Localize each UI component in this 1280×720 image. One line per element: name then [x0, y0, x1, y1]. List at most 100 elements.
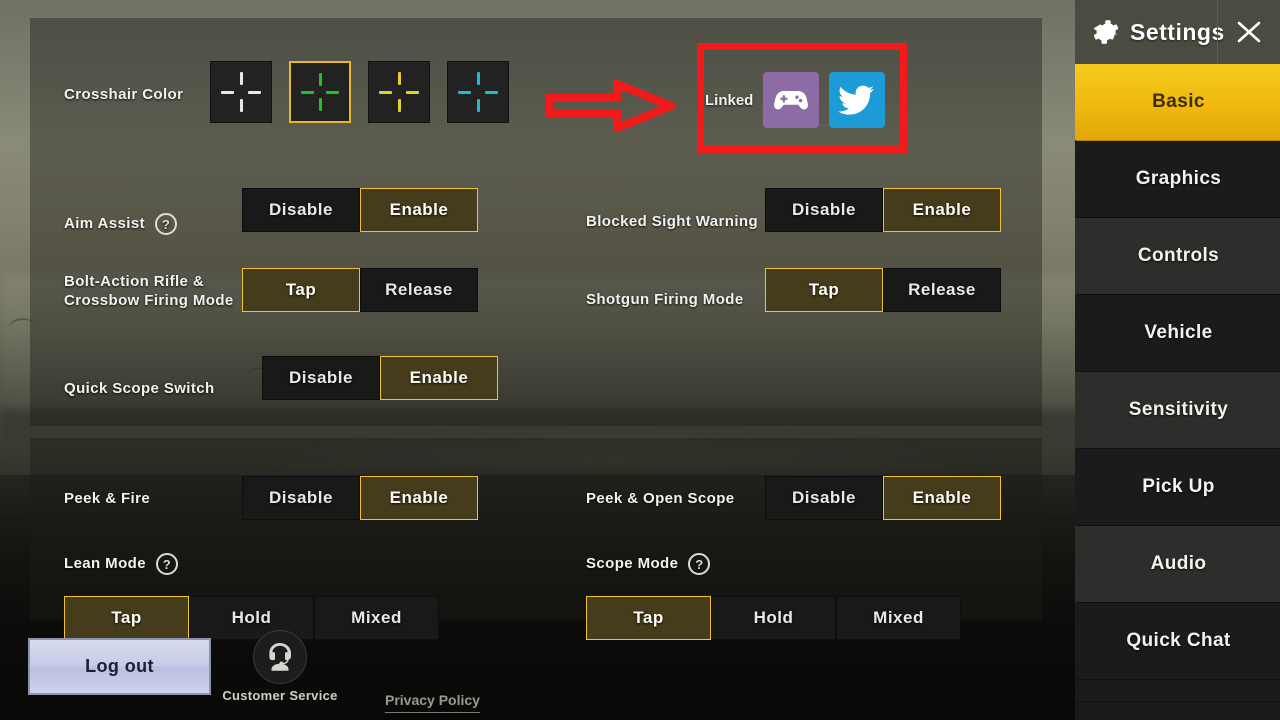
crosshair-mark — [318, 73, 322, 86]
setting-label-text: Peek & Fire — [64, 490, 151, 507]
sidebar-item-graphics[interactable]: Graphics — [1075, 141, 1280, 218]
option-enable[interactable]: Enable — [380, 356, 498, 400]
setting-row-label: Blocked Sight Warning — [586, 213, 758, 231]
sidebar-item-pick-up[interactable]: Pick Up — [1075, 449, 1280, 526]
headset-support-icon — [269, 643, 291, 671]
twitter-icon — [838, 85, 875, 115]
sidebar-item-audio[interactable]: Audio — [1075, 526, 1280, 603]
bottom-action-bar: Log out Customer Service Privacy Policy — [0, 620, 1075, 720]
settings-panel-top: Crosshair Color Aim Assist? Disable Enable… — [30, 18, 1042, 426]
sidebar-item-label: Graphics — [1135, 168, 1222, 189]
customer-service-icon-circle — [253, 630, 307, 684]
twitter-account-icon[interactable] — [829, 72, 886, 128]
crosshair-mark — [221, 90, 234, 94]
sidebar-item-partial[interactable] — [1075, 680, 1280, 702]
customer-service-button[interactable]: Customer Service — [222, 630, 337, 703]
setting-row-label: Lean Mode? — [64, 553, 178, 575]
settings-sidebar: Settings Basic Graphics Controls Vehicle Sen… — [1075, 0, 1280, 720]
sidebar-item-label: Pick Up — [1142, 476, 1215, 497]
setting-label-text: Blocked Sight Warning — [586, 213, 759, 230]
gamepad-icon — [774, 91, 809, 110]
crosshair-mark — [397, 99, 401, 112]
sidebar-item-label: Quick Chat — [1126, 630, 1231, 651]
sidebar-item-sensitivity[interactable]: Sensitivity — [1075, 372, 1280, 449]
gear-icon — [1093, 20, 1119, 44]
setting-label-text: Bolt-Action Rifle & Crossbow Firing Mode — [64, 273, 234, 309]
setting-row-label: Peek & Fire — [64, 490, 150, 508]
setting-label-text: Shotgun Firing Mode — [586, 291, 744, 308]
help-icon[interactable]: ? — [154, 213, 177, 235]
crosshair-color-swatch-group[interactable] — [210, 61, 509, 123]
log-out-button[interactable]: Log out — [28, 638, 211, 695]
crosshair-mark — [239, 72, 243, 85]
crosshair-mark — [248, 90, 261, 94]
option-enable[interactable]: Enable — [883, 476, 1001, 520]
crosshair-mark — [301, 90, 314, 94]
option-disable[interactable]: Disable — [242, 188, 360, 232]
setting-row-label: Peek & Open Scope — [586, 490, 735, 508]
crosshair-mark — [476, 72, 480, 85]
option-tap[interactable]: Tap — [765, 268, 883, 312]
close-button[interactable] — [1217, 0, 1280, 64]
crosshair-yellow[interactable] — [368, 61, 430, 123]
option-enable[interactable]: Enable — [360, 188, 478, 232]
crosshair-cyan[interactable] — [447, 61, 509, 123]
setting-label-text: Quick Scope Switch — [64, 380, 215, 397]
setting-row-label: Aim Assist? — [64, 213, 177, 235]
setting-row-label: Scope Mode? — [586, 553, 711, 575]
page-title: Settings — [1130, 18, 1225, 45]
crosshair-mark — [326, 90, 339, 94]
help-icon[interactable]: ? — [155, 553, 178, 575]
option-disable[interactable]: Disable — [765, 188, 883, 232]
setting-option-group: Tap Release — [242, 268, 478, 312]
setting-label-text: Peek & Open Scope — [586, 490, 735, 507]
settings-header: Settings — [1075, 0, 1280, 64]
close-icon — [1237, 21, 1261, 43]
setting-row-label: Shotgun Firing Mode — [586, 291, 744, 309]
sidebar-item-label: Controls — [1137, 245, 1220, 266]
option-release[interactable]: Release — [883, 268, 1001, 312]
setting-option-group: Disable Enable — [765, 476, 1001, 520]
setting-row-label: Quick Scope Switch — [64, 380, 215, 398]
sidebar-item-quick-chat[interactable]: Quick Chat — [1075, 603, 1280, 680]
sidebar-item-controls[interactable]: Controls — [1075, 218, 1280, 295]
setting-row-label: Bolt-Action Rifle & Crossbow Firing Mode — [64, 273, 234, 311]
sidebar-item-label: Sensitivity — [1128, 399, 1229, 420]
crosshair-color-label: Crosshair Color — [64, 86, 184, 103]
settings-panel-bottom: Peek & Fire Disable Enable Lean Mode? Tap Hol… — [30, 438, 1042, 640]
crosshair-mark — [318, 98, 322, 111]
linked-accounts-group[interactable]: Linked — [705, 72, 886, 128]
customer-service-label: Customer Service — [222, 688, 338, 703]
setting-label-text: Lean Mode — [64, 554, 146, 572]
crosshair-mark — [485, 90, 498, 94]
crosshair-mark — [476, 99, 480, 112]
option-enable[interactable]: Enable — [883, 188, 1001, 232]
sidebar-item-vehicle[interactable]: Vehicle — [1075, 295, 1280, 372]
sidebar-item-label: Basic — [1152, 91, 1205, 112]
option-disable[interactable]: Disable — [765, 476, 883, 520]
setting-label-text: Scope Mode — [586, 554, 679, 572]
crosshair-white[interactable] — [210, 61, 272, 123]
setting-option-group: Disable Enable — [765, 188, 1001, 232]
sidebar-item-list: Basic Graphics Controls Vehicle Sensitivity P… — [1075, 64, 1280, 702]
setting-option-group: Tap Release — [765, 268, 1001, 312]
option-enable[interactable]: Enable — [360, 476, 478, 520]
crosshair-mark — [458, 90, 471, 94]
setting-option-group: Disable Enable — [262, 356, 498, 400]
option-disable[interactable]: Disable — [262, 356, 380, 400]
setting-option-group: Disable Enable — [242, 476, 478, 520]
crosshair-mark — [379, 90, 392, 94]
gamepad-account-icon[interactable] — [763, 72, 820, 128]
sidebar-item-label: Audio — [1150, 553, 1207, 574]
option-tap[interactable]: Tap — [242, 268, 360, 312]
help-icon[interactable]: ? — [688, 553, 711, 575]
sidebar-item-basic[interactable]: Basic — [1075, 64, 1280, 141]
option-disable[interactable]: Disable — [242, 476, 360, 520]
crosshair-mark — [406, 90, 419, 94]
linked-label: Linked — [705, 91, 754, 109]
crosshair-green[interactable] — [289, 61, 351, 123]
privacy-policy-link[interactable]: Privacy Policy — [385, 692, 480, 713]
option-release[interactable]: Release — [360, 268, 478, 312]
crosshair-mark — [397, 72, 401, 85]
sidebar-item-label: Vehicle — [1144, 322, 1213, 343]
